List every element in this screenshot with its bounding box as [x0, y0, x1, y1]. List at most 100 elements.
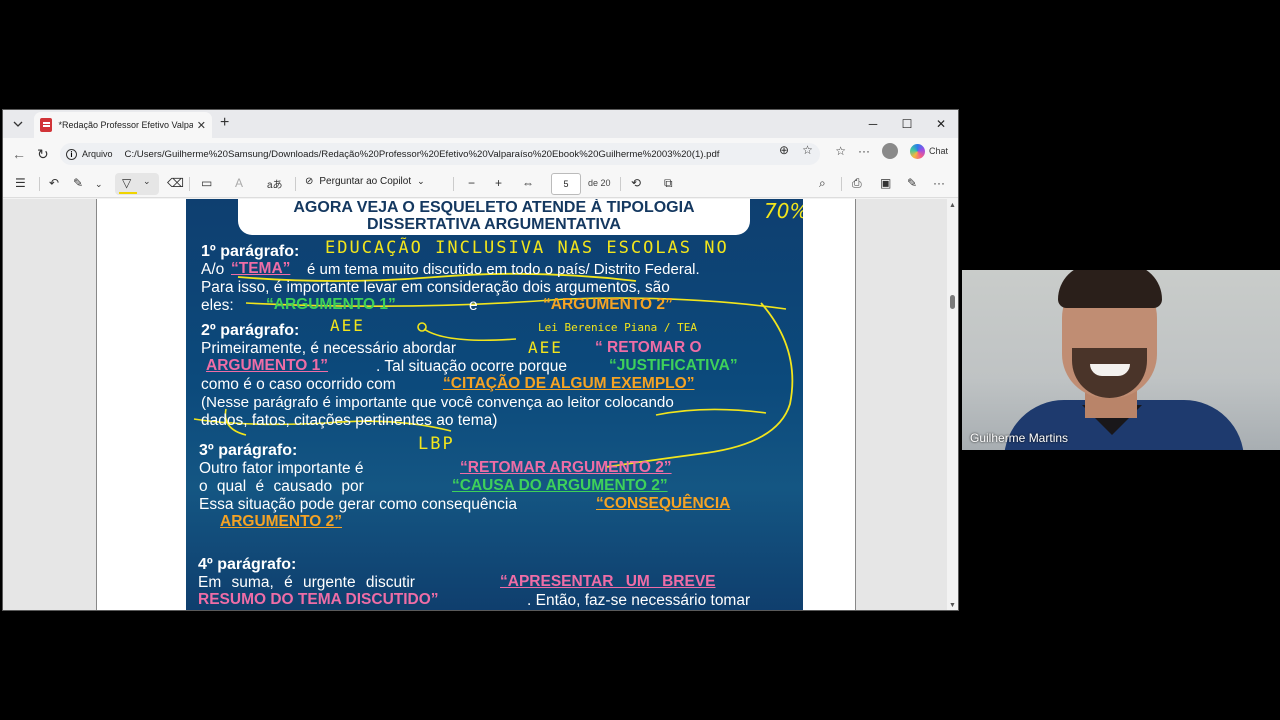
p2-line5: dados, fatos, citações pertinentes ao te…	[201, 412, 498, 429]
profile-avatar[interactable]	[881, 143, 898, 159]
more-options-icon[interactable]: ···	[858, 144, 870, 158]
p1-line3-start: eles:	[201, 297, 234, 314]
browser-actions: ☆ ··· Chat	[835, 143, 948, 159]
p3-consequencia: “CONSEQUÊNCIA	[596, 495, 731, 512]
copilot-icon	[909, 143, 925, 159]
p2-retomar: “ RETOMAR O	[595, 339, 702, 356]
refresh-icon[interactable]: ↻	[37, 146, 49, 163]
presenter-smile	[1090, 364, 1130, 376]
p1-line2: Para isso, é importante levar em conside…	[201, 279, 670, 296]
p2-argumento1: ARGUMENTO 1”	[206, 357, 329, 374]
p4-line1: Em suma, é urgente discutir	[198, 574, 415, 591]
p1-line3-e: e	[469, 297, 478, 314]
read-aloud-icon[interactable]: aあ	[267, 176, 283, 191]
zoom-in-icon[interactable]: +	[495, 176, 502, 190]
highlight-button[interactable]: ▽ ⌄	[115, 173, 159, 195]
vertical-scrollbar[interactable]: ▲ ▼	[947, 199, 958, 610]
p3-argumento2: ARGUMENTO 2”	[220, 513, 343, 530]
p4-apresentar: “APRESENTAR UM BREVE	[500, 573, 716, 590]
address-label: Arquivo	[82, 149, 113, 159]
p2-line1: Primeiramente, é necessário abordar	[201, 340, 457, 357]
webcam-feed: Guilherme Martins	[962, 270, 1280, 450]
undo-icon[interactable]: ↶	[49, 176, 59, 190]
new-tab-button[interactable]: +	[220, 114, 229, 132]
p3-handwriting: LBP	[418, 434, 455, 454]
p4-line2: . Então, faz-se necessário tomar	[527, 592, 751, 609]
page-view-icon[interactable]: ⧉	[664, 176, 673, 191]
minimize-button[interactable]: ─	[856, 110, 890, 138]
scroll-up-icon[interactable]: ▲	[949, 202, 956, 209]
url-text[interactable]: C:/Users/Guilherme%20Samsung/Downloads/R…	[125, 149, 720, 160]
zoom-icon[interactable]: ⊕	[779, 143, 789, 157]
screen: *Redação Professor Efetivo Valparaíso ✕ …	[0, 0, 1280, 720]
p2-line2: . Tal situação ocorre porque	[376, 358, 567, 375]
p2-handwriting-aee2: AEE	[528, 338, 563, 357]
page-number-input[interactable]: 5	[551, 173, 581, 195]
close-tab-icon[interactable]: ✕	[197, 119, 206, 132]
zoom-out-icon[interactable]: −	[468, 176, 475, 190]
p3-heading: 3º parágrafo:	[199, 442, 298, 459]
p3-causa: “CAUSA DO ARGUMENTO 2”	[452, 477, 668, 494]
chevron-down-icon	[13, 121, 23, 127]
chat-label: Chat	[928, 146, 948, 156]
tab-actions-menu-button[interactable]	[7, 114, 29, 134]
print-icon[interactable]: ⎙	[852, 176, 862, 191]
p1-line1-start: A/o	[201, 261, 225, 278]
window-controls: ─ ☐ ✕	[856, 110, 958, 138]
draw-options-chevron-icon[interactable]: ⌄	[95, 179, 103, 190]
p4-heading: 4º parágrafo:	[198, 556, 297, 573]
p3-line2: o qual é causado por	[199, 478, 364, 495]
text-format-icon: A	[235, 176, 244, 190]
presenter-hair	[1058, 270, 1162, 308]
slide-image: AGORA VEJA O ESQUELETO ATENDE À TIPOLOGI…	[186, 199, 803, 610]
highlighter-icon: ▽	[122, 176, 132, 190]
p1-handwriting: EDUCAÇÃO INCLUSIVA NAS ESCOLAS NO	[325, 238, 729, 258]
eraser-icon[interactable]: ⌫	[167, 176, 184, 190]
address-bar[interactable]: i Arquivo C:/Users/Guilherme%20Samsung/D…	[60, 143, 820, 165]
page-total: de 20	[588, 178, 611, 188]
pdf-more-options-icon[interactable]: ···	[933, 176, 945, 190]
address-bar-row: ← ↻ i Arquivo C:/Users/Guilherme%20Samsu…	[3, 138, 958, 170]
p2-handwriting-aee: AEE	[330, 316, 365, 335]
p1-argumento2: “ARGUMENTO 2”	[543, 296, 673, 313]
rotate-icon[interactable]: ⟲	[631, 176, 641, 190]
tab-bar: *Redação Professor Efetivo Valparaíso ✕ …	[3, 110, 958, 138]
maximize-button[interactable]: ☐	[890, 110, 924, 138]
tab-pdf[interactable]: *Redação Professor Efetivo Valparaíso ✕	[34, 112, 212, 138]
p3-line1: Outro fator importante é	[199, 460, 364, 477]
draw-icon[interactable]: ✎	[73, 176, 83, 190]
favorite-star-icon[interactable]: ☆	[802, 143, 813, 157]
save-as-icon[interactable]: ✎	[907, 176, 917, 190]
highlight-options-chevron-icon: ⌄	[143, 176, 151, 186]
browser-window: *Redação Professor Efetivo Valparaíso ✕ …	[2, 109, 959, 611]
tab-title: *Redação Professor Efetivo Valparaíso	[58, 120, 193, 130]
text-box-icon[interactable]: ▭	[201, 176, 212, 190]
close-window-button[interactable]: ✕	[924, 110, 958, 138]
p1-argumento1: “ARGUMENTO 1”	[266, 296, 396, 313]
p1-heading: 1º parágrafo:	[201, 243, 300, 260]
highlight-color-bar	[119, 192, 137, 194]
p2-heading: 2º parágrafo:	[201, 322, 300, 339]
ask-copilot-chevron-icon: ⌄	[417, 176, 425, 186]
fit-page-icon[interactable]: ⇔	[522, 176, 534, 190]
info-icon[interactable]: i	[66, 148, 77, 160]
copilot-chat-button[interactable]: Chat	[909, 143, 948, 159]
participant-name: Guilherme Martins	[970, 431, 1069, 445]
pdf-icon	[40, 118, 53, 132]
document-area[interactable]: AGORA VEJA O ESQUELETO ATENDE À TIPOLOGI…	[3, 199, 949, 610]
back-arrow-icon[interactable]: ←	[12, 146, 26, 162]
p3-line3: Essa situação pode gerar como consequênc…	[199, 496, 517, 513]
copilot-ask-icon: ⊘	[305, 176, 314, 187]
p1-line1-end: é um tema muito discutido em todo o país…	[307, 261, 700, 278]
scroll-thumb[interactable]	[950, 295, 955, 309]
contents-list-icon[interactable]: ☰	[15, 176, 26, 190]
favorites-icon[interactable]: ☆	[835, 144, 846, 158]
p3-retomar: “RETOMAR ARGUMENTO 2”	[460, 459, 672, 476]
p2-line4: (Nesse parágrafo é importante que você c…	[201, 394, 674, 411]
ask-copilot-label: Perguntar ao Copilot	[319, 176, 412, 187]
save-icon[interactable]: ▣	[880, 176, 891, 190]
search-icon[interactable]: ⌕	[819, 176, 826, 191]
scroll-down-icon[interactable]: ▼	[949, 602, 956, 609]
p2-citacao: “CITAÇÃO DE ALGUM EXEMPLO”	[443, 375, 695, 392]
ask-copilot-button[interactable]: ⊘ Perguntar ao Copilot ⌄	[305, 176, 425, 187]
